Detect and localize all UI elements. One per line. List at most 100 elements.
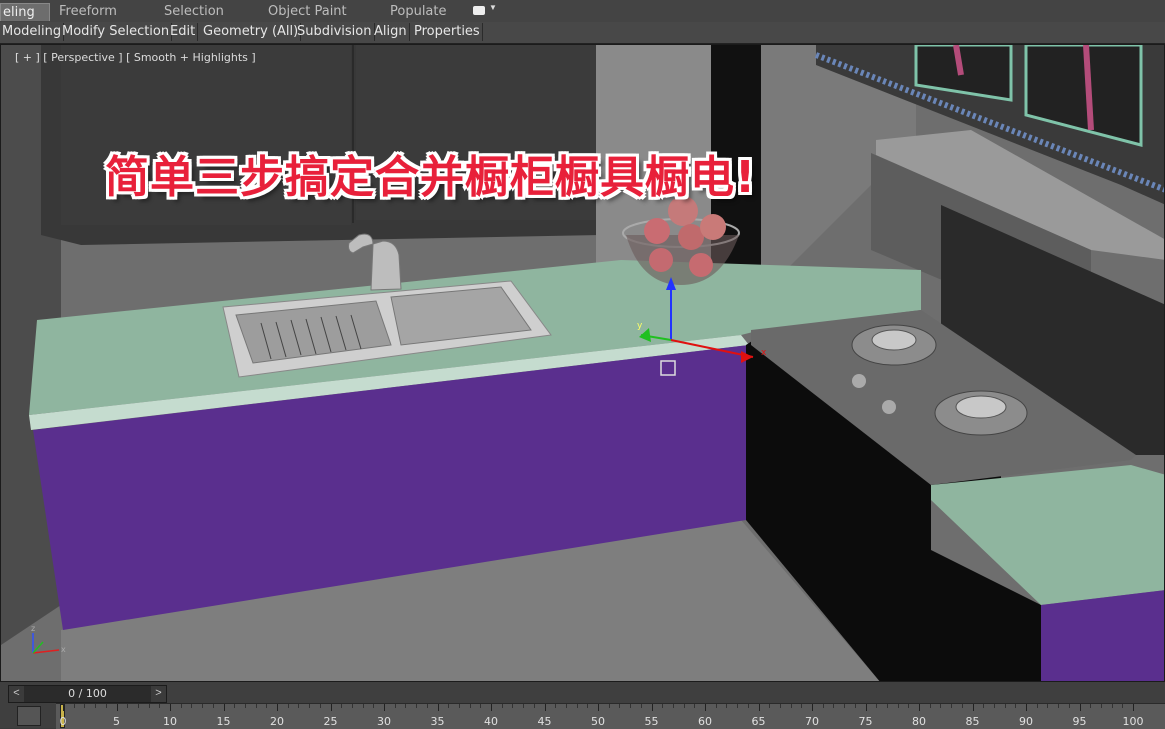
tick-mark	[170, 704, 171, 711]
tick-mark	[159, 704, 161, 708]
tick-mark	[63, 704, 64, 711]
tick-mark	[672, 704, 674, 708]
tick-mark	[309, 704, 311, 708]
tick-mark	[148, 704, 150, 708]
tick-mark	[737, 704, 739, 708]
tick-label: 40	[484, 715, 498, 728]
svg-text:z: z	[31, 624, 35, 633]
panel-properties[interactable]: Properties	[412, 23, 483, 41]
tick-mark	[373, 704, 375, 708]
tick-mark	[961, 704, 963, 708]
tick-mark	[876, 704, 878, 708]
tick-mark	[758, 704, 760, 711]
overlay-title: 简单三步搞定合并橱柜橱具橱电!	[105, 152, 757, 203]
tick-mark	[726, 704, 728, 708]
tick-mark	[1058, 704, 1060, 708]
tick-mark	[458, 704, 460, 708]
tick-mark	[255, 704, 257, 708]
tick-mark	[833, 704, 835, 708]
panel-modify-selection[interactable]: Modify Selection	[60, 23, 173, 41]
tick-mark	[662, 704, 664, 708]
tick-mark	[127, 704, 129, 708]
svg-text:x: x	[61, 645, 66, 654]
panel-edit[interactable]: Edit	[168, 23, 199, 41]
tick-mark	[1004, 704, 1006, 708]
tick-label: 85	[965, 715, 980, 728]
tick-mark	[544, 704, 546, 711]
panel-subdivision[interactable]: Subdivision	[295, 23, 375, 41]
panel-geometry-all[interactable]: Geometry (All)	[201, 23, 302, 41]
tab-modeling[interactable]: eling	[0, 3, 50, 21]
tick-mark	[95, 704, 97, 708]
ribbon-panel-bar: Modeling Modify Selection Edit Geometry …	[0, 22, 1165, 44]
tick-mark	[640, 704, 642, 708]
svg-text:x: x	[761, 348, 767, 358]
tick-mark	[651, 704, 653, 711]
tick-mark	[330, 704, 332, 711]
tick-mark	[1100, 704, 1102, 708]
tick-mark	[351, 704, 353, 708]
tick-mark	[73, 704, 75, 708]
track-bar-toggle-icon[interactable]	[17, 706, 41, 726]
timeline-bar: < 0 / 100 > 0 5 10 15 20 25 30 35 40 45 50 55 60 65 70…	[0, 682, 1165, 729]
next-frame-button[interactable]: >	[151, 686, 166, 702]
panel-align[interactable]: Align	[372, 23, 410, 41]
tick-label: 20	[270, 715, 284, 728]
tick-mark	[929, 704, 931, 708]
tick-label: 70	[805, 715, 819, 728]
tick-mark	[619, 704, 621, 708]
tick-mark	[480, 704, 482, 708]
tick-mark	[993, 704, 995, 708]
tick-mark	[844, 704, 846, 708]
tick-label: 55	[644, 715, 659, 728]
perspective-viewport[interactable]: x y z x [ + ] [ Perspective ] [ Smooth +…	[0, 44, 1165, 682]
tick-mark	[812, 704, 813, 711]
tick-mark	[298, 704, 300, 708]
tick-mark	[448, 704, 450, 708]
tick-mark	[512, 704, 514, 708]
tick-mark	[694, 704, 696, 708]
tick-mark	[362, 704, 364, 708]
tab-freeform[interactable]: Freeform	[59, 3, 117, 21]
svg-text:y: y	[637, 321, 643, 331]
tick-mark	[1026, 704, 1027, 711]
tick-mark	[983, 704, 985, 708]
tick-label: 75	[858, 715, 873, 728]
tab-object-paint[interactable]: Object Paint	[268, 3, 347, 21]
ribbon-options-dropdown[interactable]: ▼	[473, 3, 497, 18]
tick-mark	[919, 704, 920, 711]
tick-mark	[1068, 704, 1070, 708]
tick-mark	[244, 704, 246, 708]
tick-label: 25	[323, 715, 338, 728]
tick-label: 90	[1019, 715, 1033, 728]
tick-mark	[501, 704, 503, 708]
tick-mark	[897, 704, 899, 708]
prev-frame-button[interactable]: <	[9, 686, 24, 702]
panel-modeling[interactable]: Modeling	[0, 23, 65, 41]
track-bar[interactable]: 0 5 10 15 20 25 30 35 40 45 50 55 60 65 70 75 80 85 90 95 10…	[56, 703, 1165, 729]
tick-mark	[865, 704, 867, 711]
tick-mark	[202, 704, 204, 708]
ribbon-tab-bar: eling Freeform Selection Object Paint Po…	[0, 0, 1165, 23]
tab-populate[interactable]: Populate	[390, 3, 447, 21]
tick-label: 10	[163, 715, 177, 728]
tick-mark	[84, 704, 86, 708]
tick-label: 35	[430, 715, 445, 728]
viewport-label[interactable]: [ + ] [ Perspective ] [ Smooth + Highlig…	[15, 51, 256, 64]
time-slider[interactable]: < 0 / 100 >	[8, 685, 167, 703]
tick-mark	[533, 704, 535, 708]
tick-mark	[576, 704, 578, 708]
tick-label: 50	[591, 715, 605, 728]
tick-mark	[705, 704, 706, 711]
tick-mark	[940, 704, 942, 708]
tick-mark	[191, 704, 193, 708]
tick-mark	[437, 704, 439, 711]
tick-mark	[277, 704, 278, 711]
tick-mark	[630, 704, 632, 708]
tick-label: 80	[912, 715, 926, 728]
tab-selection[interactable]: Selection	[164, 3, 224, 21]
ribbon-options-icon	[473, 6, 485, 15]
tick-mark	[555, 704, 557, 708]
tick-mark	[683, 704, 685, 708]
tick-mark	[105, 704, 107, 708]
